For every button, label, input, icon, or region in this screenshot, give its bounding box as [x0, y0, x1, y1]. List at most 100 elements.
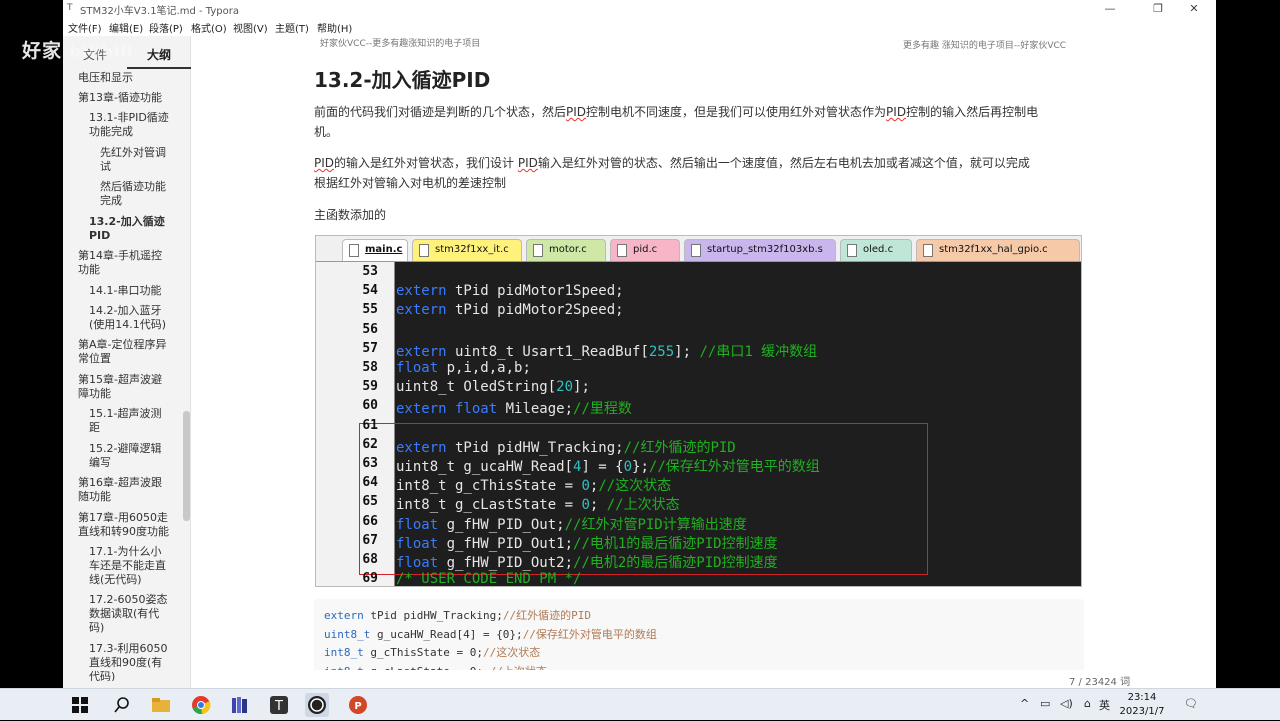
code-line: float g_fHW_PID_Out2;//电机2的最后循迹PID控制速度 — [396, 555, 778, 571]
code-line: extern tPid pidHW_Tracking;//红外循迹的PID — [396, 439, 736, 456]
line-number: 61 — [362, 417, 378, 433]
clock-date: 2023/1/7 — [1119, 706, 1165, 717]
outline-item[interactable]: 13.1-非PID循迹 功能完成 — [89, 111, 169, 139]
typora-taskbar-icon[interactable]: T — [267, 693, 291, 717]
ime-mode-icon[interactable]: ⌂ — [1084, 697, 1091, 710]
editor-tab-label: stm32f1xx_it.c — [435, 244, 509, 255]
line-number: 55 — [362, 302, 378, 318]
typora-window: T STM32小车V3.1笔记.md - Typora — ❐ ✕ 文件(F) … — [63, 0, 1216, 688]
sidebar-scrollbar[interactable] — [183, 411, 190, 521]
editor-tab: stm32f1xx_it.c — [412, 239, 522, 261]
line-number: 59 — [362, 379, 378, 395]
outline-item[interactable]: 第17章-用6050走 直线和转90度功能 — [78, 511, 169, 539]
menu-paragraph[interactable]: 段落(P) — [149, 20, 183, 35]
section-heading[interactable]: 13.2-加入循迹PID — [314, 64, 490, 93]
typora-app-icon: T — [67, 3, 73, 13]
tab-outline[interactable]: 大纲 — [147, 46, 171, 63]
outline-item[interactable]: 14.2-加入蓝牙 (使用14.1代码) — [89, 304, 166, 332]
ime-language[interactable]: 英 — [1099, 697, 1110, 713]
text-run: 根据红外对管输入对电机的差速控制 — [314, 176, 507, 190]
notification-icon[interactable]: 🗨 — [1184, 697, 1198, 710]
line-number: 68 — [362, 552, 378, 567]
obs-icon[interactable] — [305, 693, 329, 717]
outline-item[interactable]: 14.1-串口功能 — [89, 284, 161, 298]
editor-tab-label: oled.c — [863, 244, 894, 255]
code-block-line: uint8_t g_ucaHW_Read[4] = {0};//保存红外对管电平… — [324, 627, 657, 641]
video-watermark: 好家 bilibili — [22, 36, 133, 63]
outline-item[interactable]: 第15章-超声波避 障功能 — [78, 373, 162, 401]
menu-view[interactable]: 视图(V) — [233, 20, 268, 35]
editor-tab: motor.c — [526, 239, 606, 261]
menu-theme[interactable]: 主题(T) — [275, 20, 309, 35]
taskbar-clock[interactable]: 23:14 2023/1/7 — [1116, 691, 1168, 719]
paragraph-3[interactable]: 主函数添加的 — [314, 205, 1094, 225]
line-number: 57 — [362, 340, 378, 356]
code-line: /* USER CODE END PM */ — [396, 571, 582, 587]
menu-format[interactable]: 格式(O) — [191, 20, 227, 35]
close-button[interactable]: ✕ — [1176, 0, 1212, 18]
powerpoint-icon[interactable]: P — [346, 693, 370, 717]
outline-item[interactable]: 15.2-避障逻辑 编写 — [89, 442, 161, 470]
paragraph-2[interactable]: PID的输入是红外对管状态，我们设计 PID输入是红外对管的状态、然后输出一个速… — [314, 153, 1094, 193]
outline-item[interactable]: 17.1-为什么小 车还是不能走直 线(无代码) — [89, 545, 166, 587]
editor-tab-label: stm32f1xx_hal_gpio.c — [939, 244, 1048, 255]
text-run: PID — [314, 156, 335, 170]
file-icon — [923, 244, 933, 257]
editor-tab: pid.c — [610, 239, 680, 261]
maximize-button[interactable]: ❐ — [1140, 0, 1176, 18]
outline-item[interactable]: 第A章-定位程序异 常位置 — [78, 338, 167, 366]
line-number: 64 — [362, 475, 378, 491]
file-icon — [847, 244, 857, 257]
menu-help[interactable]: 帮助(H) — [317, 20, 352, 35]
text-run: 输入是红外对管的状态、然后输出一个速度值，然后左右电机去加或者减这个值，就可以完… — [537, 156, 1030, 170]
outline-item[interactable]: 15.1-超声波测 距 — [89, 407, 161, 435]
outline-item[interactable]: 第16章-超声波跟 随功能 — [78, 476, 162, 504]
sidebar: 文件 大纲 电压和显示 第13章-循迹功能 13.1-非PID循迹 功能完成 先… — [63, 36, 243, 688]
outline-item[interactable]: 先红外对管调 试 — [100, 146, 166, 174]
editor-tab-label: main.c — [365, 244, 403, 255]
editor-tab-label: motor.c — [549, 244, 587, 255]
windows-start-icon[interactable] — [68, 693, 92, 717]
line-number: 54 — [362, 283, 378, 299]
left-letterbox — [0, 0, 63, 688]
editor-tab: startup_stm32f103xb.s — [684, 239, 836, 261]
code-block-line: int8_t g_cThisState = 0;//这次状态 — [324, 646, 541, 659]
outline-item[interactable]: 电压和显示 — [78, 71, 133, 85]
code-line: extern float Mileage;//里程数 — [396, 401, 632, 418]
code-line: extern tPid pidMotor1Speed; — [396, 283, 624, 300]
code-line: int8_t g_cThisState = 0;//这次状态 — [396, 478, 672, 495]
code-line: float g_fHW_PID_Out;//红外对管PID计算输出速度 — [396, 516, 747, 533]
code-line: extern tPid pidMotor2Speed; — [396, 302, 624, 319]
minimize-button[interactable]: — — [1092, 0, 1128, 18]
svg-text:T: T — [274, 699, 283, 714]
books-app-icon[interactable] — [228, 693, 252, 717]
outline-item-active[interactable]: 13.2-加入循迹 PID — [89, 215, 165, 243]
editor-tab: stm32f1xx_hal_gpio.c — [916, 239, 1080, 261]
clock-time: 23:14 — [1127, 692, 1157, 703]
active-tab-indicator — [127, 67, 191, 69]
line-number: 62 — [362, 436, 378, 452]
menu-file[interactable]: 文件(F) — [68, 20, 102, 35]
file-explorer-icon[interactable] — [149, 693, 173, 717]
svg-text:P: P — [354, 701, 361, 712]
code-view: 53 54 extern tPid pidMotor1Speed; 55 extern … — [316, 262, 1081, 587]
outline-item[interactable]: 17.2-6050姿态 数据读取(有代 码) — [89, 593, 167, 635]
outline-tree: 电压和显示 第13章-循迹功能 13.1-非PID循迹 功能完成 先红外对管调 … — [63, 71, 185, 681]
network-icon[interactable]: ▭ — [1040, 697, 1050, 710]
chrome-icon[interactable] — [189, 693, 213, 717]
right-letterbox — [1216, 0, 1280, 688]
line-number: 63 — [362, 456, 378, 471]
screen: 好家 bilibili T STM32小车V3.1笔记.md - Typora … — [0, 0, 1280, 720]
outline-item[interactable]: 然后循迹功能 完成 — [100, 180, 166, 208]
text-run: PID — [886, 105, 907, 119]
outline-item[interactable]: 第13章-循迹功能 — [78, 91, 162, 105]
volume-icon[interactable]: ◁) — [1060, 697, 1073, 710]
tray-chevron-icon[interactable]: ^ — [1020, 697, 1029, 710]
outline-item[interactable]: 第14章-手机遥控 功能 — [78, 249, 162, 277]
title-bar: T STM32小车V3.1笔记.md - Typora — ❐ ✕ — [63, 0, 1216, 18]
menu-edit[interactable]: 编辑(E) — [109, 20, 143, 35]
search-icon[interactable] — [110, 693, 134, 717]
code-line: int8_t g_cLastState = 0; //上次状态 — [396, 497, 680, 514]
paragraph-1[interactable]: 前面的代码我们对循迹是判断的几个状态，然后PID控制电机不同速度，但是我们可以使… — [314, 102, 1094, 142]
word-count[interactable]: 7 / 23424 词 — [1069, 673, 1130, 688]
